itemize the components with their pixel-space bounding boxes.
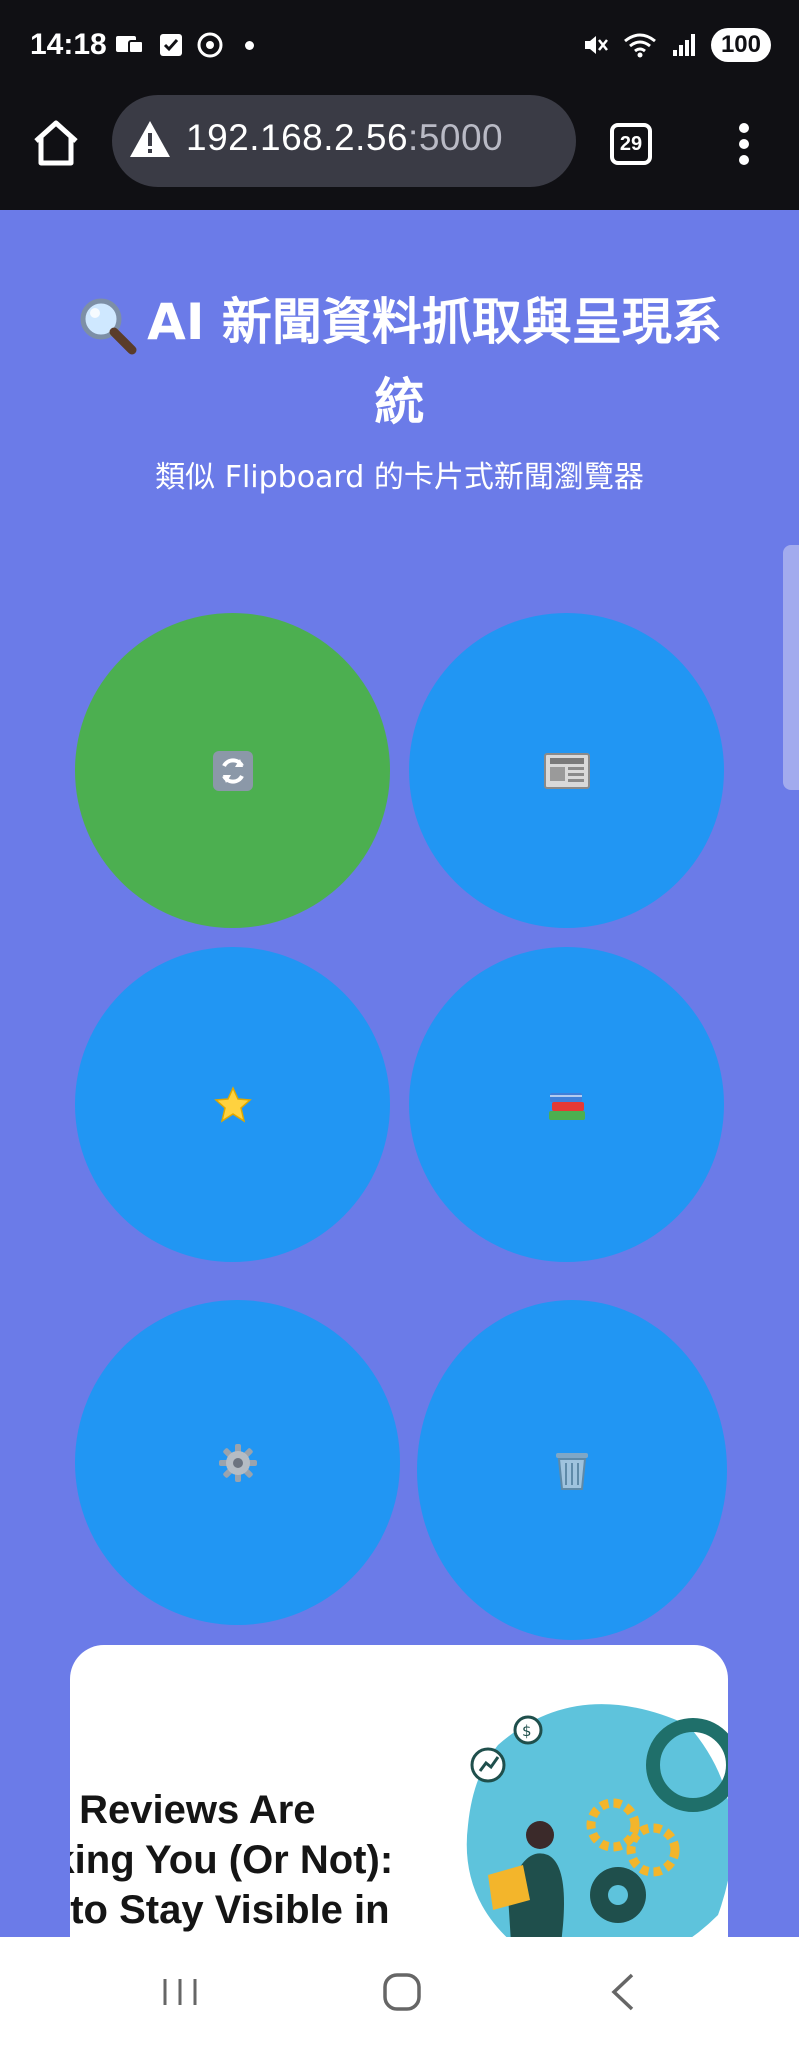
gear-icon — [218, 1443, 257, 1482]
url-text[interactable]: 192.168.2.56:5000 — [186, 117, 503, 159]
home-nav-icon[interactable] — [377, 1967, 427, 2017]
address-bar[interactable]: 192.168.2.56:5000 — [112, 95, 576, 187]
check-icon — [160, 34, 182, 56]
scroll-handle[interactable] — [783, 545, 799, 790]
dot-icon — [245, 40, 254, 50]
magnifier-icon — [80, 298, 137, 354]
settings-button[interactable] — [75, 1300, 400, 1625]
library-button[interactable] — [409, 947, 724, 1262]
browser-toolbar: 192.168.2.56:5000 29 — [0, 95, 799, 210]
message-icon — [116, 36, 144, 54]
url-host: 192.168.2.56 — [186, 117, 409, 158]
system-nav-bar — [0, 1937, 799, 2047]
warning-icon[interactable] — [128, 119, 172, 159]
status-time: 14:18 — [30, 28, 107, 61]
battery-indicator: 100 — [710, 28, 771, 62]
home-icon[interactable] — [30, 117, 82, 169]
page-title-text: AI 新聞資料抓取與呈現系統 — [147, 293, 722, 431]
newspaper-icon — [543, 752, 590, 789]
trash-icon — [556, 1453, 588, 1490]
mute-icon — [584, 36, 608, 54]
wifi-icon — [624, 33, 656, 58]
refresh-button[interactable] — [75, 613, 390, 928]
status-icons-right: 100 — [581, 28, 771, 62]
status-icons-left — [115, 32, 254, 58]
favorites-button[interactable] — [75, 947, 390, 1262]
tab-switcher-button[interactable]: 29 — [610, 123, 652, 165]
status-bar: 14:18 100 — [0, 0, 799, 95]
page-title: AI 新聞資料抓取與呈現系統 — [60, 282, 739, 442]
more-menu-icon[interactable] — [732, 123, 756, 165]
recent-apps-icon[interactable] — [155, 1967, 205, 2017]
news-button[interactable] — [409, 613, 724, 928]
books-icon — [548, 1092, 585, 1120]
refresh-icon — [212, 750, 253, 791]
delete-button[interactable] — [417, 1300, 727, 1640]
url-port: :5000 — [408, 117, 504, 158]
page-subtitle: 類似 Flipboard 的卡片式新聞瀏覽器 — [155, 460, 644, 495]
chrome-icon — [197, 32, 223, 58]
signal-icon — [672, 34, 695, 56]
svg-text:$: $ — [522, 1722, 532, 1740]
card-illustration: $ — [466, 1704, 728, 1975]
star-icon — [213, 1085, 252, 1123]
back-icon[interactable] — [600, 1967, 650, 2017]
